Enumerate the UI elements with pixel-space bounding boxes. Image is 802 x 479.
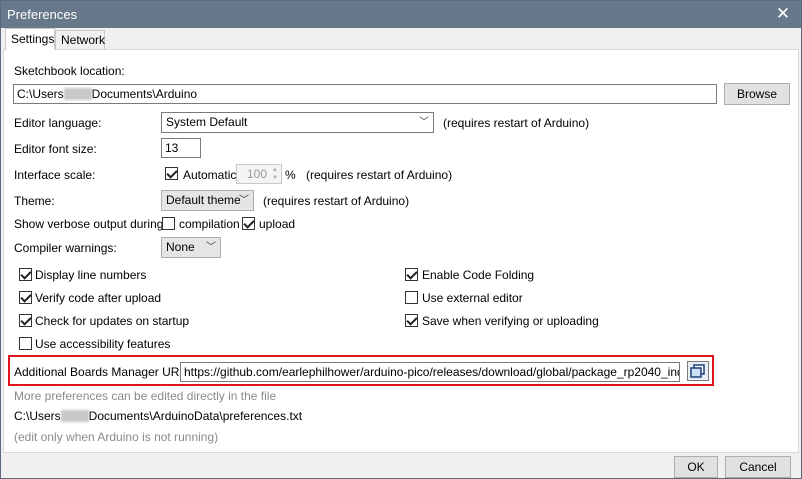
button-bar: OK Cancel — [1, 453, 801, 478]
editor-language-note: (requires restart of Arduino) — [443, 116, 590, 130]
sketchbook-path-prefix: C:\Users — [17, 87, 64, 101]
accessibility-label: Use accessibility features — [35, 337, 171, 351]
redacted-username — [63, 88, 92, 100]
title-bar: Preferences ✕ — [1, 1, 801, 28]
close-icon[interactable]: ✕ — [773, 4, 793, 24]
sketchbook-path-field[interactable]: C:\Users Documents\Arduino — [13, 84, 717, 104]
display-line-numbers-checkbox[interactable] — [19, 268, 32, 281]
chevron-down-icon: ﹀ — [206, 242, 216, 253]
automatic-scale-label: Automatic — [183, 168, 237, 182]
automatic-scale-checkbox[interactable] — [165, 167, 178, 180]
browse-button[interactable]: Browse — [724, 83, 790, 105]
check-updates-checkbox[interactable] — [19, 314, 32, 327]
verify-after-upload-checkbox[interactable] — [19, 291, 32, 304]
verbose-compilation-label: compilation — [179, 217, 240, 231]
verbose-upload-checkbox[interactable] — [242, 217, 255, 230]
editor-language-select[interactable]: System Default ﹀ — [161, 112, 434, 133]
display-line-numbers-label: Display line numbers — [35, 268, 147, 282]
ok-button[interactable]: OK — [674, 456, 718, 478]
tab-settings[interactable]: Settings — [5, 28, 55, 50]
theme-select[interactable]: Default theme ﹀ — [161, 190, 254, 211]
editor-language-label: Editor language: — [14, 116, 102, 130]
theme-value: Default theme — [166, 193, 241, 207]
scale-unit: % — [285, 168, 296, 182]
scale-value: 100 — [246, 167, 267, 181]
theme-label: Theme: — [14, 194, 55, 208]
sketchbook-label: Sketchbook location: — [14, 64, 125, 78]
check-updates-label: Check for updates on startup — [35, 314, 190, 328]
font-size-field[interactable]: 13 — [161, 138, 201, 158]
compiler-warnings-select[interactable]: None ﹀ — [161, 237, 221, 258]
boards-manager-url-field[interactable]: https://github.com/earlephilhower/arduin… — [180, 362, 680, 382]
window-copy-icon[interactable] — [687, 361, 709, 381]
interface-scale-label: Interface scale: — [14, 168, 96, 182]
theme-note: (requires restart of Arduino) — [263, 194, 410, 208]
preferences-window: Preferences ✕ Settings Network Sketchboo… — [0, 0, 802, 479]
accessibility-checkbox[interactable] — [19, 337, 32, 350]
prefs-path: C:\Users Documents\ArduinoData\preference… — [14, 409, 302, 423]
window-title: Preferences — [7, 7, 78, 22]
external-editor-checkbox[interactable] — [405, 291, 418, 304]
verbose-label: Show verbose output during: — [14, 217, 167, 231]
settings-panel: Sketchbook location: C:\Users Documents\A… — [3, 49, 799, 453]
edit-note: (edit only when Arduino is not running) — [14, 430, 219, 444]
cancel-button[interactable]: Cancel — [725, 456, 791, 478]
more-prefs-text: More preferences can be edited directly … — [14, 389, 277, 403]
redacted-username — [60, 410, 89, 422]
save-when-verifying-checkbox[interactable] — [405, 314, 418, 327]
compiler-warnings-value: None — [166, 240, 195, 254]
boards-manager-label: Additional Boards Manager URLs: — [14, 365, 196, 379]
prefs-path-prefix: C:\Users — [14, 409, 61, 423]
save-when-verifying-label: Save when verifying or uploading — [422, 314, 599, 328]
sketchbook-path-suffix: Documents\Arduino — [91, 87, 198, 101]
compiler-warnings-label: Compiler warnings: — [14, 241, 117, 255]
verify-after-upload-label: Verify code after upload — [35, 291, 162, 305]
external-editor-label: Use external editor — [422, 291, 523, 305]
interface-scale-note: (requires restart of Arduino) — [306, 168, 453, 182]
code-folding-label: Enable Code Folding — [422, 268, 535, 282]
scale-spinner[interactable]: 100 ▲ ▼ — [236, 164, 282, 184]
prefs-path-suffix: Documents\ArduinoData\preferences.txt — [88, 409, 303, 423]
font-size-label: Editor font size: — [14, 142, 97, 156]
chevron-down-icon: ﹀ — [419, 117, 429, 128]
verbose-upload-label: upload — [259, 217, 296, 231]
spinner-arrows-icon: ▲ ▼ — [272, 167, 278, 181]
editor-language-value: System Default — [166, 115, 248, 129]
verbose-compilation-checkbox[interactable] — [162, 217, 175, 230]
chevron-down-icon: ﹀ — [239, 195, 249, 206]
code-folding-checkbox[interactable] — [405, 268, 418, 281]
tab-network[interactable]: Network — [55, 30, 105, 50]
